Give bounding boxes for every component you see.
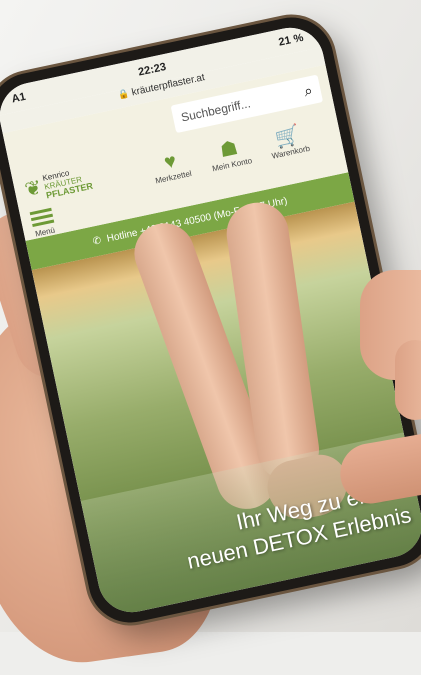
phone-icon: ✆ <box>91 234 103 248</box>
search-icon[interactable]: ⌕ <box>302 82 314 100</box>
site-logo[interactable]: ❦ Kenrico KRÄUTER PFLASTER <box>22 164 94 204</box>
search-placeholder: Suchbegriff... <box>179 96 252 125</box>
clock: 22:23 <box>137 60 168 79</box>
hero-image: Ihr Weg zu einem neuen DETOX Erlebnis <box>31 198 421 619</box>
hand-finger <box>395 340 421 420</box>
battery: 21 % <box>277 31 305 49</box>
account-button[interactable]: ☗ Mein Konto <box>197 133 262 176</box>
menu-button[interactable]: Menü <box>29 205 57 239</box>
wishlist-button[interactable]: ♥ Merkzettel <box>139 145 204 188</box>
cart-button[interactable]: 🛒 Warenkorb <box>256 120 321 163</box>
lock-icon: 🔒 <box>116 88 131 101</box>
leaf-icon: ❦ <box>22 176 44 202</box>
carrier: A1 <box>10 90 27 106</box>
